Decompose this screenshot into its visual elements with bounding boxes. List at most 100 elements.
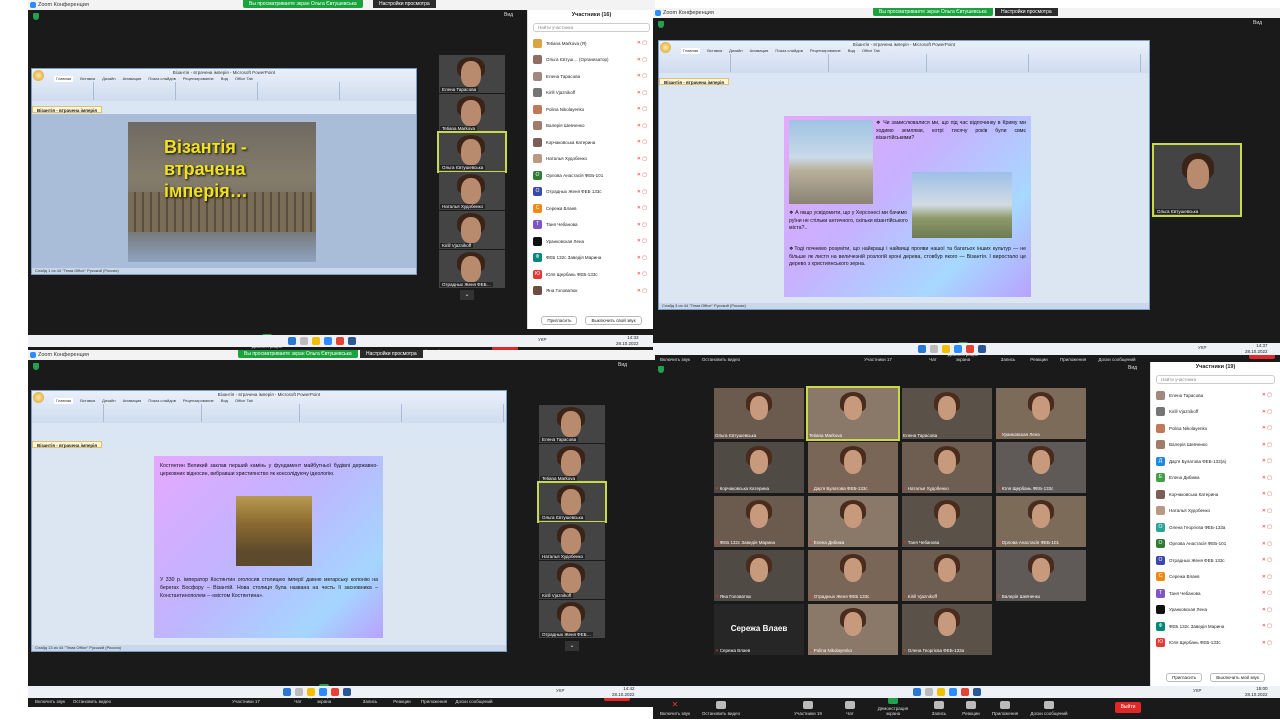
participant-row[interactable]: Tetiana Markova (Я) ✕ ▢ — [528, 35, 655, 52]
participant-row[interactable]: Елена Тарасова ✕ ▢ — [528, 68, 655, 85]
windows-start-icon[interactable] — [288, 337, 296, 345]
share-screen-button[interactable]: Демонстрация экрана — [873, 696, 913, 716]
search-icon[interactable] — [300, 337, 308, 345]
participant-video[interactable]: Отрадных Женя ФЕБ… — [439, 250, 505, 288]
whiteboard-button[interactable]: Доски сообщений — [1029, 701, 1069, 716]
participant-row[interactable]: Ф ФЕБ 132с Заведія Марина ✕ ▢ — [528, 250, 655, 267]
view-button[interactable]: Вид — [618, 362, 627, 368]
participant-video[interactable]: Отрадных Женя ФЕБ… — [539, 600, 605, 638]
participants-button[interactable]: Участники 19 — [788, 701, 828, 716]
mic-muted-icon[interactable]: ✕ ▢ — [1262, 442, 1272, 448]
gallery-tile[interactable]: Tetiana Markova — [806, 386, 900, 441]
mic-muted-icon[interactable]: ✕ ▢ — [637, 238, 647, 244]
gallery-tile[interactable]: ✕Kirill Vjaznikoff — [902, 550, 992, 601]
participant-row[interactable]: Kirill Vjaznikoff ✕ ▢ — [528, 85, 655, 102]
folder-icon[interactable] — [942, 345, 950, 353]
mic-muted-icon[interactable]: ✕ ▢ — [1262, 475, 1272, 481]
participant-row[interactable]: Уранковская Лена ✕ ▢ — [1151, 602, 1280, 619]
mic-muted-icon[interactable]: ✕ ▢ — [637, 139, 647, 145]
gallery-tile[interactable]: ✕ФЕБ 132с Заведія Марина — [714, 496, 804, 547]
participant-search-input[interactable]: Найти участника — [533, 23, 650, 32]
folder-icon[interactable] — [312, 337, 320, 345]
word-icon[interactable] — [348, 337, 356, 345]
participant-row[interactable]: Kirill Vjaznikoff ✕ ▢ — [1151, 404, 1280, 421]
gallery-tile[interactable]: ✕Корчаковська Катерина — [714, 442, 804, 493]
gallery-tile[interactable]: ✕Таня Чебанова — [902, 496, 992, 547]
mic-muted-icon[interactable]: ✕ ▢ — [1262, 590, 1272, 596]
participant-row[interactable]: Яна Головатюк ✕ ▢ — [528, 283, 655, 300]
participant-row[interactable]: Наталья Худобенко ✕ ▢ — [528, 151, 655, 168]
zoom-icon[interactable] — [319, 688, 327, 696]
mic-muted-icon[interactable]: ✕ ▢ — [637, 73, 647, 79]
participant-row[interactable]: Ю Юля Щербань ФЕБ-133с ✕ ▢ — [1151, 635, 1280, 652]
windows-start-icon[interactable] — [918, 345, 926, 353]
shield-icon[interactable] — [658, 21, 664, 28]
participant-row[interactable]: Корчаковська Катерина ✕ ▢ — [1151, 486, 1280, 503]
mic-muted-icon[interactable]: ✕ ▢ — [637, 40, 647, 46]
mic-muted-icon[interactable]: ✕ ▢ — [1262, 557, 1272, 563]
invite-button[interactable]: Пригласить — [1166, 673, 1203, 682]
participant-video[interactable]: Елена Тарасова — [539, 405, 605, 443]
mic-muted-icon[interactable]: ✕ ▢ — [637, 271, 647, 277]
mic-muted-icon[interactable]: ✕ ▢ — [1262, 541, 1272, 547]
mic-muted-icon[interactable]: ✕ ▢ — [1262, 640, 1272, 646]
mic-muted-icon[interactable]: ✕ ▢ — [637, 288, 647, 294]
clock[interactable]: 14:42 28.10.2022 — [612, 686, 635, 698]
word-icon[interactable] — [978, 345, 986, 353]
participant-row[interactable]: О Олена Георгієва ФЕБ-133а ✕ ▢ — [1151, 519, 1280, 536]
apps-button[interactable]: Приложения — [985, 701, 1025, 716]
mic-muted-icon[interactable]: ✕ ▢ — [637, 205, 647, 211]
participant-video[interactable]: Наталья Худобенко — [539, 522, 605, 560]
participant-row[interactable]: Polina Nikolayenko ✕ ▢ — [1151, 420, 1280, 437]
mic-muted-icon[interactable]: ✕ ▢ — [1262, 409, 1272, 415]
participant-search-input[interactable]: Найти участника — [1156, 375, 1275, 384]
language-indicator[interactable]: УКР — [538, 337, 546, 342]
mic-muted-icon[interactable]: ✕ ▢ — [1262, 392, 1272, 398]
chrome-icon[interactable] — [336, 337, 344, 345]
doc-tab[interactable]: Візантія - втрачена імперія — [32, 106, 103, 113]
search-icon[interactable] — [295, 688, 303, 696]
gallery-tile[interactable]: ✕Олена Георгієва ФЕБ-133а — [902, 604, 992, 655]
gallery-tile[interactable]: Сережа Влаев ✕Сережа Влаев — [714, 604, 804, 655]
search-icon[interactable] — [925, 688, 933, 696]
participant-video[interactable]: Ольга Євтушевська — [537, 481, 607, 523]
mic-muted-icon[interactable]: ✕ ▢ — [637, 222, 647, 228]
mic-muted-icon[interactable]: ✕ ▢ — [1262, 524, 1272, 530]
mic-muted-icon[interactable]: ✕ ▢ — [637, 57, 647, 63]
doc-tab[interactable]: Візантія - втрачена імперія — [32, 441, 103, 448]
participant-row[interactable]: Корчаковська Катерина ✕ ▢ — [528, 134, 655, 151]
gallery-tile[interactable]: ✕Дар'я Булатова ФЕБ-133с — [808, 442, 898, 493]
shield-icon[interactable] — [33, 363, 39, 370]
windows-start-icon[interactable] — [283, 688, 291, 696]
shield-icon[interactable] — [33, 13, 39, 20]
mic-muted-icon[interactable]: ✕ ▢ — [1262, 491, 1272, 497]
participant-row[interactable]: Ф ФЕБ 132с Заведія Марина ✕ ▢ — [1151, 618, 1280, 635]
mic-muted-icon[interactable]: ✕ ▢ — [637, 156, 647, 162]
clock[interactable]: 14:37 28.10.2022 — [1245, 343, 1268, 355]
word-icon[interactable] — [973, 688, 981, 696]
participant-row[interactable]: Валерія Шевченко ✕ ▢ — [528, 118, 655, 135]
participant-video[interactable]: Tetiana Markova — [439, 94, 505, 132]
mic-muted-icon[interactable]: ✕ ▢ — [1262, 425, 1272, 431]
participant-row[interactable]: Д Дар'я Булатова ФЕБ-133(а) ✕ ▢ — [1151, 453, 1280, 470]
language-indicator[interactable]: УКР — [1193, 688, 1201, 693]
office-button-icon[interactable] — [33, 392, 44, 403]
gallery-tile[interactable]: ✕Наталья Худобенко — [902, 442, 992, 493]
doc-tab[interactable]: Візантія - втрачена імперія — [659, 78, 730, 85]
zoom-icon[interactable] — [324, 337, 332, 345]
participant-row[interactable]: Polina Nikolayenko ✕ ▢ — [528, 101, 655, 118]
gallery-tile[interactable]: ✕Яна Головатюк — [714, 550, 804, 601]
mic-muted-icon[interactable]: ✕ ▢ — [637, 172, 647, 178]
mic-muted-icon[interactable]: ✕ ▢ — [637, 123, 647, 129]
mic-muted-icon[interactable]: ✕ ▢ — [1262, 623, 1272, 629]
gallery-tile[interactable]: Ольга Євтушевська — [714, 388, 804, 439]
mic-muted-icon[interactable]: ✕ ▢ — [1262, 508, 1272, 514]
participant-video[interactable]: Tetiana Markova — [539, 444, 605, 482]
video-button[interactable]: Остановить видео — [701, 701, 741, 716]
leave-button[interactable]: Выйти — [1115, 702, 1141, 713]
participant-row[interactable]: Наталья Худобенко ✕ ▢ — [1151, 503, 1280, 520]
participant-row[interactable]: Ольга Євтуш… (Организатор) ✕ ▢ — [528, 52, 655, 69]
participant-video[interactable]: Kirill Vjaznikoff — [439, 211, 505, 249]
clock[interactable]: 14:33 28.10.2022 — [616, 335, 639, 347]
mic-muted-icon[interactable]: ✕ ▢ — [637, 106, 647, 112]
